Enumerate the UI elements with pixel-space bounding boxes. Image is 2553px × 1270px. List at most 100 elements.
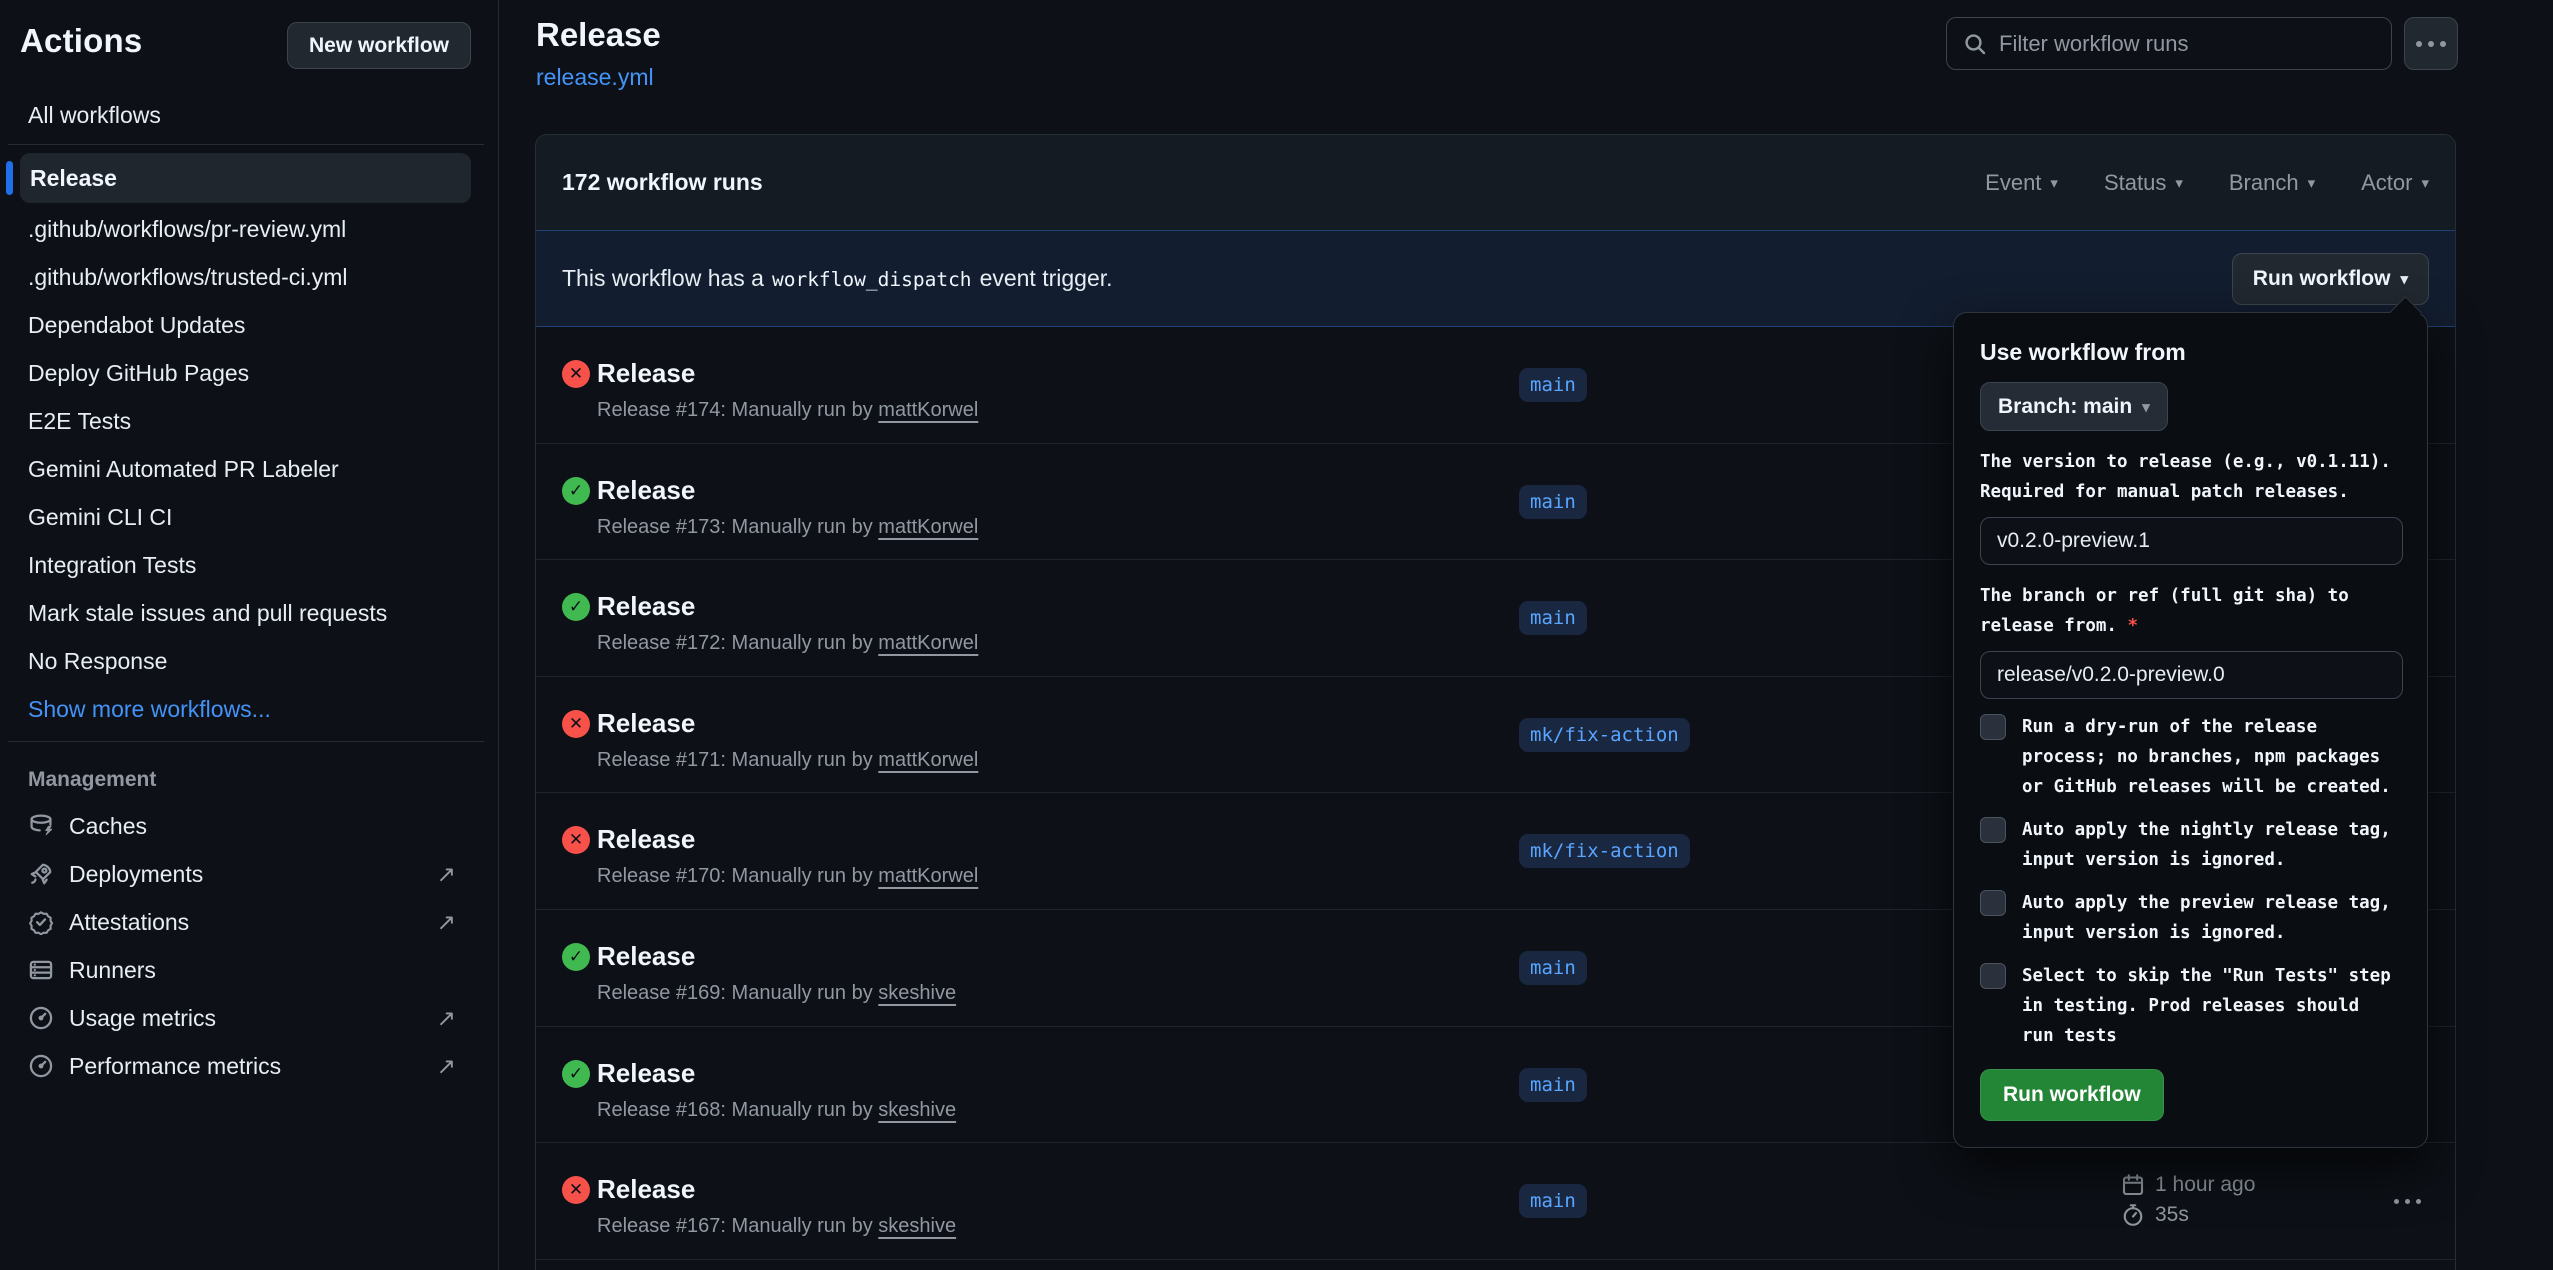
sidebar-item-mark-stale[interactable]: Mark stale issues and pull requests xyxy=(0,589,498,637)
sidebar-item-integration-tests[interactable]: Integration Tests xyxy=(0,541,498,589)
required-asterisk: * xyxy=(2128,616,2139,636)
branch-badge[interactable]: main xyxy=(1519,1184,1587,1218)
nightly-tag-checkbox[interactable] xyxy=(1980,817,2006,843)
run-title-link[interactable]: Release xyxy=(597,1058,695,1089)
sidebar-item-usage-metrics[interactable]: Usage metrics ↗ xyxy=(0,994,498,1042)
sidebar-item-attestations[interactable]: Attestations ↗ xyxy=(0,898,498,946)
success-status-icon xyxy=(562,943,590,971)
chevron-down-icon: ▾ xyxy=(2142,398,2150,416)
branch-badge[interactable]: main xyxy=(1519,368,1587,402)
filter-branch[interactable]: Branch▾ xyxy=(2229,170,2315,196)
actor-link[interactable]: skeshive xyxy=(878,1099,956,1121)
sidebar-item-deployments[interactable]: Deployments ↗ xyxy=(0,850,498,898)
sidebar-item-no-response[interactable]: No Response xyxy=(0,637,498,685)
sidebar-item-release[interactable]: Release xyxy=(20,153,471,203)
branch-badge[interactable]: main xyxy=(1519,951,1587,985)
runs-header: 172 workflow runs Event▾ Status▾ Branch▾… xyxy=(536,135,2455,230)
dropdown-title: Use workflow from xyxy=(1980,339,2401,366)
sidebar-item-gemini-cli-ci[interactable]: Gemini CLI CI xyxy=(0,493,498,541)
sidebar-item-deploy-github-pages[interactable]: Deploy GitHub Pages xyxy=(0,349,498,397)
run-row-partial xyxy=(536,1260,2455,1270)
run-timing: 1 hour ago 35s xyxy=(2121,1173,2255,1227)
ref-field-description: The branch or ref (full git sha) to rele… xyxy=(1980,581,2403,641)
run-time: 1 hour ago xyxy=(2155,1173,2255,1197)
external-link-icon: ↗ xyxy=(437,1005,456,1032)
branch-badge[interactable]: main xyxy=(1519,601,1587,635)
run-title-link[interactable]: Release xyxy=(597,708,695,739)
run-title-link[interactable]: Release xyxy=(597,591,695,622)
run-filters: Event▾ Status▾ Branch▾ Actor▾ xyxy=(1985,170,2429,196)
actor-link[interactable]: mattKorwel xyxy=(878,399,978,421)
calendar-icon xyxy=(2121,1173,2145,1197)
skip-tests-option: Select to skip the "Run Tests" step in t… xyxy=(1980,961,2401,1051)
branch-badge[interactable]: main xyxy=(1519,1068,1587,1102)
workflow-dispatch-code: workflow_dispatch xyxy=(764,268,980,291)
run-duration: 35s xyxy=(2155,1203,2189,1227)
chevron-down-icon: ▾ xyxy=(2421,174,2429,192)
actor-link[interactable]: mattKorwel xyxy=(878,516,978,538)
chevron-down-icon: ▾ xyxy=(2050,174,2058,192)
skip-tests-checkbox[interactable] xyxy=(1980,963,2006,989)
run-row[interactable]: Release Release #167: Manually run by sk… xyxy=(536,1143,2455,1260)
run-title-link[interactable]: Release xyxy=(597,475,695,506)
ref-input[interactable] xyxy=(1980,651,2403,699)
branch-badge[interactable]: mk/fix-action xyxy=(1519,834,1690,868)
version-input[interactable] xyxy=(1980,517,2403,565)
dry-run-option: Run a dry-run of the release process; no… xyxy=(1980,712,2401,802)
branch-select-button[interactable]: Branch: main▾ xyxy=(1980,382,2168,431)
actor-link[interactable]: skeshive xyxy=(878,982,956,1004)
banner-text: This workflow has aworkflow_dispatcheven… xyxy=(562,265,1113,292)
sidebar-item-all-workflows[interactable]: All workflows xyxy=(0,94,498,136)
sidebar: Actions New workflow All workflows Relea… xyxy=(0,0,499,1270)
branch-badge[interactable]: mk/fix-action xyxy=(1519,718,1690,752)
run-description: Release #167: Manually run by skeshive xyxy=(597,1215,956,1238)
run-title-link[interactable]: Release xyxy=(597,358,695,389)
nightly-tag-option: Auto apply the nightly release tag, inpu… xyxy=(1980,815,2401,875)
branch-badge[interactable]: main xyxy=(1519,485,1587,519)
filter-runs-input[interactable] xyxy=(1999,31,2375,57)
actor-link[interactable]: mattKorwel xyxy=(878,749,978,771)
sidebar-item-label: Runners xyxy=(69,957,156,984)
sidebar-item-e2e-tests[interactable]: E2E Tests xyxy=(0,397,498,445)
filter-event[interactable]: Event▾ xyxy=(1985,170,2058,196)
run-title-link[interactable]: Release xyxy=(597,824,695,855)
sidebar-item-label: Attestations xyxy=(69,909,189,936)
run-title-link[interactable]: Release xyxy=(597,1174,695,1205)
sidebar-item-label: Deployments xyxy=(69,861,203,888)
sidebar-header: Actions New workflow xyxy=(0,0,498,69)
actor-link[interactable]: mattKorwel xyxy=(878,632,978,654)
search-icon xyxy=(1963,32,1987,56)
run-options-kebab[interactable] xyxy=(2394,1199,2421,1204)
actor-link[interactable]: skeshive xyxy=(878,1215,956,1237)
dry-run-checkbox[interactable] xyxy=(1980,714,2006,740)
run-description: Release #172: Manually run by mattKorwel xyxy=(597,632,978,655)
sidebar-item-performance-metrics[interactable]: Performance metrics ↗ xyxy=(0,1042,498,1090)
new-workflow-button[interactable]: New workflow xyxy=(287,22,471,69)
success-status-icon xyxy=(562,593,590,621)
sidebar-item-caches[interactable]: Caches xyxy=(0,802,498,850)
sidebar-item-gemini-pr-labeler[interactable]: Gemini Automated PR Labeler xyxy=(0,445,498,493)
sidebar-item-runners[interactable]: Runners xyxy=(0,946,498,994)
filter-runs-searchbox[interactable] xyxy=(1946,17,2392,70)
meter-icon xyxy=(28,1005,54,1031)
actions-page: Actions New workflow All workflows Relea… xyxy=(0,0,2553,1270)
run-workflow-dropdown-button[interactable]: Run workflow▾ xyxy=(2232,253,2429,305)
sidebar-item-trusted-ci[interactable]: .github/workflows/trusted-ci.yml xyxy=(0,253,498,301)
success-status-icon xyxy=(562,477,590,505)
preview-tag-checkbox[interactable] xyxy=(1980,890,2006,916)
failure-status-icon xyxy=(562,1176,590,1204)
stopwatch-icon xyxy=(2121,1203,2145,1227)
workflow-options-kebab-button[interactable] xyxy=(2404,17,2458,70)
runs-count: 172 workflow runs xyxy=(562,169,763,196)
workflow-file-link[interactable]: release.yml xyxy=(536,64,654,91)
actor-link[interactable]: mattKorwel xyxy=(878,865,978,887)
run-workflow-submit-button[interactable]: Run workflow xyxy=(1980,1069,2164,1121)
filter-actor[interactable]: Actor▾ xyxy=(2361,170,2429,196)
sidebar-item-pr-review[interactable]: .github/workflows/pr-review.yml xyxy=(0,205,498,253)
sidebar-item-dependabot-updates[interactable]: Dependabot Updates xyxy=(0,301,498,349)
filter-status[interactable]: Status▾ xyxy=(2104,170,2183,196)
run-title-link[interactable]: Release xyxy=(597,941,695,972)
success-status-icon xyxy=(562,1060,590,1088)
external-link-icon: ↗ xyxy=(437,909,456,936)
show-more-workflows-link[interactable]: Show more workflows... xyxy=(0,685,498,733)
